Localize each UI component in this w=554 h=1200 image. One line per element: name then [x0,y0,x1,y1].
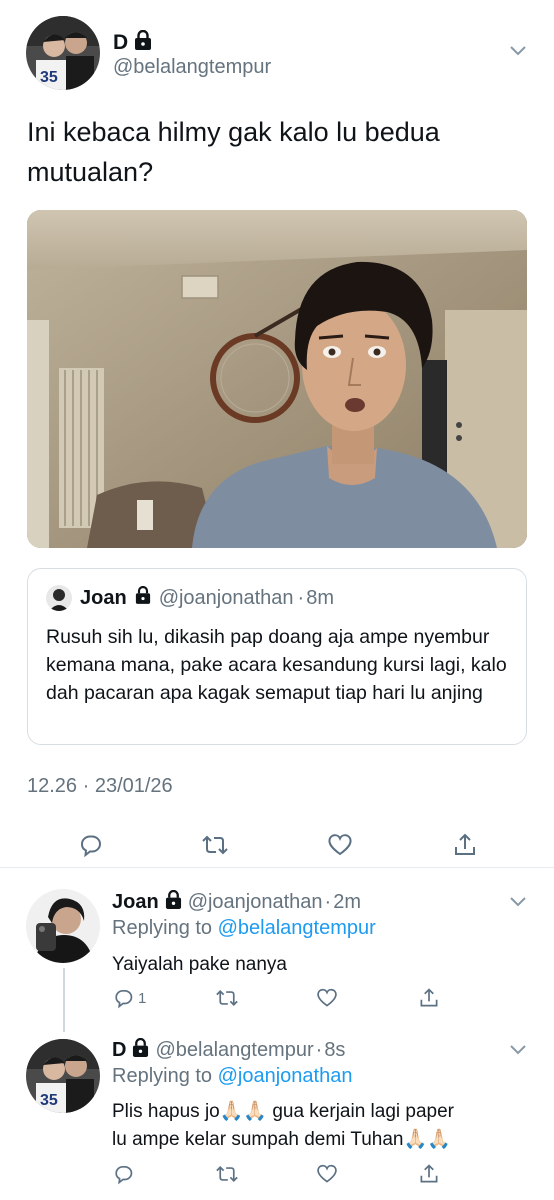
handle[interactable]: @belalangtempur [155,1039,313,1062]
avatar[interactable] [26,889,100,963]
tweet-timestamp[interactable]: 12.26 · 23/01/26 [27,775,173,798]
quoted-tweet-text: Rusuh sih lu, dikasih pap doang aja ampe… [46,626,507,704]
share-icon [420,988,438,1007]
reply-header: Joan @joanjonathan · 2m [112,889,362,915]
share-icon [455,833,475,855]
avatar[interactable] [46,585,72,611]
display-name[interactable]: D [113,31,128,55]
reply-header: D @belalangtempur · 8s [112,1037,346,1063]
handle[interactable]: @joanjonathan [159,587,294,610]
reply-icon [115,989,133,1009]
share-icon [420,1164,438,1183]
avatar[interactable]: 35 [26,16,100,90]
chevron-down-icon[interactable] [508,44,528,63]
separator-dot: · [315,1039,323,1061]
tweet-time: 8m [306,586,335,609]
tweet-text: Ini kebaca hilmy gak kalo lu bedua mutua… [27,117,440,187]
tweet-time: 2m [333,891,362,913]
reply-text-line: lu ampe kelar sumpah demi Tuhan🙏🏻🙏🏻 [112,1129,451,1150]
tweet-photo[interactable] [27,210,527,548]
replying-to-label: Replying to [112,917,213,939]
lock-icon [132,1037,149,1063]
separator-dot: · [297,586,305,609]
lock-icon [135,585,151,610]
retweet-button[interactable] [215,1163,239,1185]
replying-to-line: Replying to @belalangtempur [112,917,376,940]
reply-text: Yaiyalah pake nanya [112,954,287,975]
retweet-icon [202,835,228,855]
thread-connector [63,968,65,1032]
retweet-icon [216,990,238,1006]
like-icon [328,834,352,856]
main-tweet: 35 D @belalangtempur Ini kebaca hilmy ga… [0,0,554,868]
like-button[interactable] [316,987,338,1009]
chevron-down-icon[interactable] [508,1043,528,1062]
tweet-time: 8s [324,1039,346,1061]
handle[interactable]: @belalangtempur [113,56,271,79]
reply-count: 1 [138,989,147,1007]
replying-to-link[interactable]: @joanjonathan [218,1065,353,1087]
display-name[interactable]: Joan [80,587,127,610]
retweet-button[interactable] [201,832,229,858]
avatar[interactable]: 35 [26,1039,100,1113]
reply-text-line: Plis hapus jo🙏🏻🙏🏻 gua kerjain lagi paper [112,1101,454,1122]
handle[interactable]: @joanjonathan [188,891,323,914]
replying-to-link[interactable]: @belalangtempur [218,917,376,939]
like-button[interactable] [327,832,353,858]
lock-icon [134,29,152,56]
retweet-icon [216,1166,238,1182]
share-button[interactable] [452,832,478,858]
share-button[interactable] [418,987,440,1009]
share-button[interactable] [418,1163,440,1185]
replying-to-line: Replying to @joanjonathan [112,1065,352,1088]
separator-dot: · [324,891,332,913]
reply-button[interactable]: 1 [112,987,146,1009]
reply-button[interactable] [112,1163,134,1185]
replying-to-label: Replying to [112,1065,213,1087]
display-name[interactable]: D [112,1039,126,1062]
display-name[interactable]: Joan [112,891,159,914]
display-name-row[interactable]: D [113,29,152,56]
lock-icon [165,889,182,915]
svg-text:35: 35 [40,1092,58,1109]
reply-text: Plis hapus jo🙏🏻🙏🏻 gua kerjain lagi paper… [112,1098,532,1154]
like-icon [317,988,337,1007]
like-icon [317,1164,337,1183]
quoted-tweet-header: Joan @joanjonathan · 8m [46,585,334,611]
reply-icon [81,835,101,858]
retweet-button[interactable] [215,987,239,1009]
reply-icon [115,1165,133,1185]
svg-text:35: 35 [40,69,58,86]
quoted-tweet[interactable]: Joan @joanjonathan · 8m Rusuh sih lu, di… [27,568,527,745]
like-button[interactable] [316,1163,338,1185]
reply-button[interactable] [77,832,103,858]
chevron-down-icon[interactable] [508,895,528,914]
